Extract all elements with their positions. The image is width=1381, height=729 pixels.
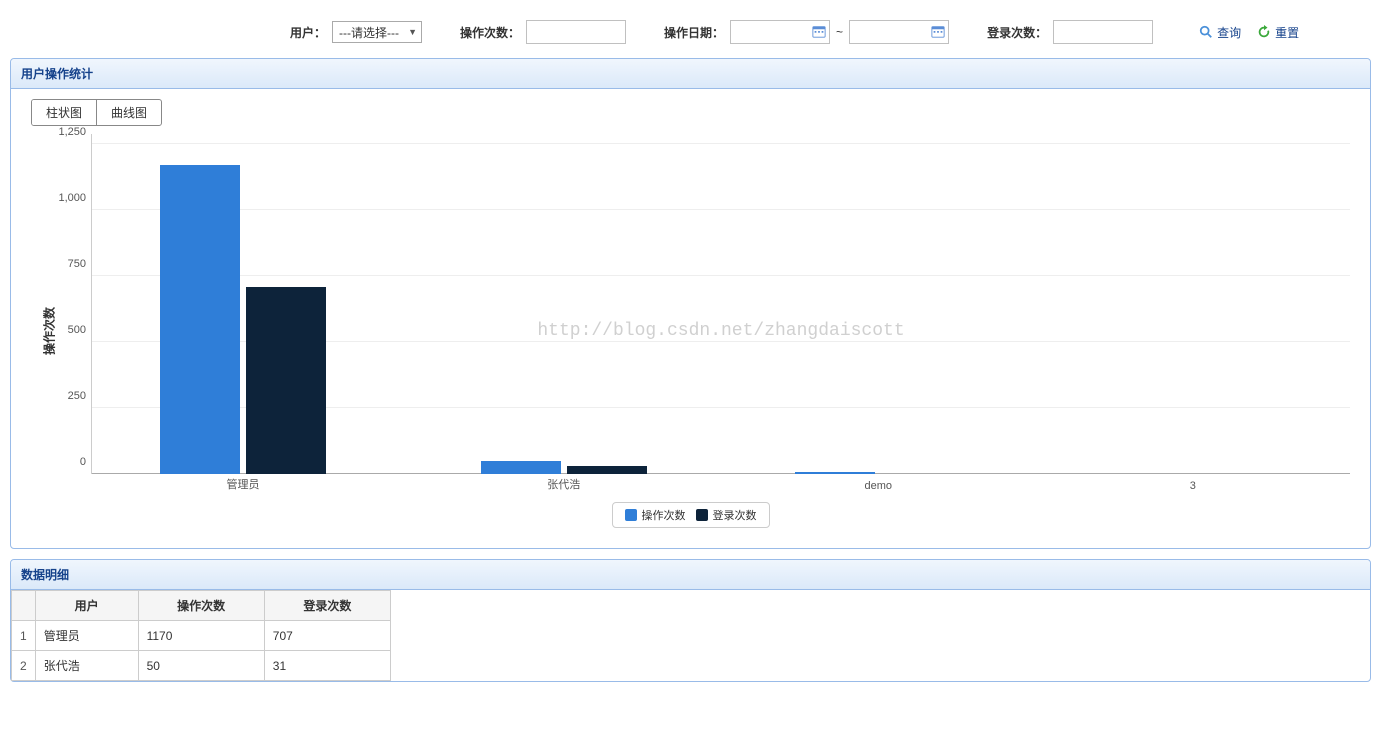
bar-ops[interactable] [795,472,875,474]
filter-bar: 用户： ---请选择--- 操作次数： 操作日期： ~ 登录次数： 查询 重置 [0,0,1381,54]
tab-bar[interactable]: 柱状图 [32,100,97,125]
detail-panel-title: 数据明细 [11,560,1370,590]
legend-swatch-login [696,509,708,521]
chart-legend: 操作次数 登录次数 [31,502,1350,528]
chart-panel: 用户操作统计 柱状图 曲线图 操作次数 http://blog.csdn.net… [10,58,1371,549]
login-input[interactable] [1053,20,1153,44]
col-login: 登录次数 [264,591,390,621]
ytick-label: 500 [42,324,86,336]
cell-index: 2 [12,651,36,681]
chart-panel-body: 柱状图 曲线图 操作次数 http://blog.csdn.net/zhangd… [11,89,1370,548]
chart-wrap: 操作次数 http://blog.csdn.net/zhangdaiscott … [31,134,1350,528]
xtick-label: 张代浩 [547,476,580,492]
bar-ops[interactable] [160,165,240,474]
query-button[interactable]: 查询 [1199,24,1241,41]
ytick-label: 250 [42,390,86,402]
refresh-icon [1257,25,1271,39]
cell-index: 1 [12,621,36,651]
xtick-label: demo [864,480,892,492]
reset-button-label: 重置 [1275,24,1299,41]
filter-ops-group: 操作次数： [460,20,626,44]
bar-ops[interactable] [481,461,561,474]
grid-line [92,143,1350,144]
xtick-label: 管理员 [226,476,259,492]
legend-item-login[interactable]: 登录次数 [696,507,757,523]
chart-type-tabs: 柱状图 曲线图 [31,99,162,126]
user-label: 用户： [290,24,326,41]
ytick-label: 0 [42,456,86,468]
legend-label-ops: 操作次数 [642,507,686,523]
cell-login: 707 [264,621,390,651]
filter-login-group: 登录次数： [987,20,1153,44]
table-header-row: 用户 操作次数 登录次数 [12,591,391,621]
reset-button[interactable]: 重置 [1257,24,1299,41]
login-label: 登录次数： [987,24,1047,41]
legend-label-login: 登录次数 [713,507,757,523]
calendar-icon[interactable] [931,24,945,38]
cell-user: 管理员 [35,621,138,651]
user-select-value: ---请选择--- [339,24,399,41]
date-label: 操作日期： [664,24,724,41]
ytick-label: 1,000 [42,192,86,204]
date-to-wrap [849,20,949,44]
filter-user-group: 用户： ---请选择--- [290,21,422,43]
search-icon [1199,25,1213,39]
ytick-label: 1,250 [42,126,86,138]
query-button-label: 查询 [1217,24,1241,41]
col-ops: 操作次数 [138,591,264,621]
cell-ops: 50 [138,651,264,681]
bar-group [795,472,961,474]
detail-panel: 数据明细 用户 操作次数 登录次数 1管理员11707072张代浩5031 [10,559,1371,682]
chart-panel-title: 用户操作统计 [11,59,1370,89]
calendar-icon[interactable] [812,24,826,38]
legend-box: 操作次数 登录次数 [612,502,770,528]
user-select[interactable]: ---请选择--- [332,21,422,43]
legend-item-ops[interactable]: 操作次数 [625,507,686,523]
bar-login[interactable] [567,466,647,474]
table-row[interactable]: 2张代浩5031 [12,651,391,681]
detail-table: 用户 操作次数 登录次数 1管理员11707072张代浩5031 [11,590,391,681]
ops-label: 操作次数： [460,24,520,41]
ops-input[interactable] [526,20,626,44]
col-user: 用户 [35,591,138,621]
xtick-label: 3 [1190,480,1196,492]
ytick-label: 750 [42,258,86,270]
filter-date-group: 操作日期： ~ [664,20,949,44]
bar-group [160,165,326,474]
date-separator: ~ [836,25,843,39]
col-index [12,591,36,621]
watermark-text: http://blog.csdn.net/zhangdaiscott [537,321,904,341]
cell-ops: 1170 [138,621,264,651]
chart-area: http://blog.csdn.net/zhangdaiscott 02505… [91,134,1350,474]
bar-login[interactable] [246,287,326,474]
legend-swatch-ops [625,509,637,521]
tab-line[interactable]: 曲线图 [97,100,161,125]
detail-panel-body: 用户 操作次数 登录次数 1管理员11707072张代浩5031 [11,590,1370,681]
cell-user: 张代浩 [35,651,138,681]
date-from-wrap [730,20,830,44]
table-row[interactable]: 1管理员1170707 [12,621,391,651]
bar-group [481,461,647,474]
cell-login: 31 [264,651,390,681]
